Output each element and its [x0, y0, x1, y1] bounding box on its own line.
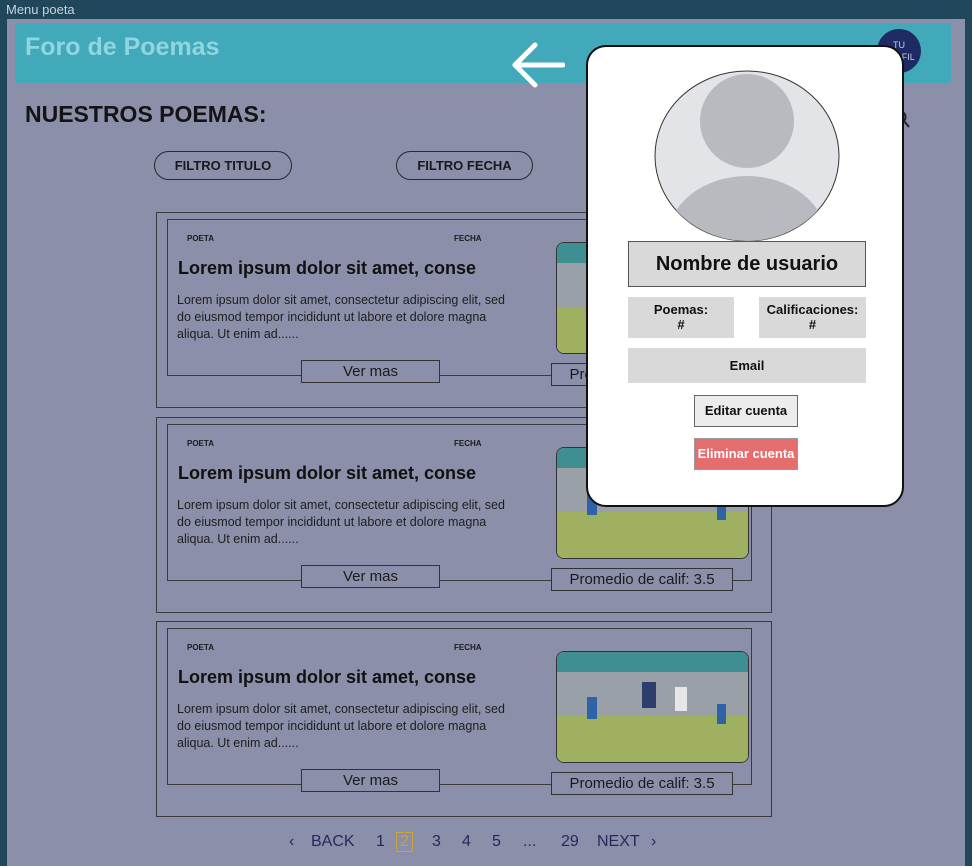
football-photo-icon: [557, 652, 748, 762]
frame-label: Menu poeta: [6, 2, 75, 17]
poet-label: POETA: [187, 643, 214, 652]
edit-account-button[interactable]: Editar cuenta: [694, 395, 798, 427]
poem-excerpt: Lorem ipsum dolor sit amet, consectetur …: [177, 498, 505, 546]
ratings-stat-label: Calificaciones:: [766, 302, 859, 317]
page-link-current[interactable]: 2: [396, 832, 413, 852]
page-link-4[interactable]: 4: [462, 833, 471, 851]
email-field: Email: [628, 348, 866, 383]
filter-date-button[interactable]: FILTRO FECHA: [396, 151, 533, 180]
pagination-next[interactable]: NEXT: [597, 833, 640, 851]
ver-mas-button[interactable]: Ver mas: [301, 565, 440, 588]
chevron-right-icon[interactable]: ›: [651, 833, 656, 851]
filter-title-button[interactable]: FILTRO TITULO: [154, 151, 292, 180]
poem-excerpt: Lorem ipsum dolor sit amet, consectetur …: [177, 702, 505, 750]
ver-mas-button[interactable]: Ver mas: [301, 769, 440, 792]
page-link-1[interactable]: 1: [376, 833, 385, 851]
page-ellipsis: ...: [523, 833, 537, 850]
brand-title[interactable]: Foro de Poemas: [25, 33, 220, 62]
poem-title: Lorem ipsum dolor sit amet, conse: [178, 667, 477, 687]
arrow-left-icon[interactable]: [505, 40, 565, 90]
poems-stat-label: Poemas:: [653, 302, 709, 317]
page-link-5[interactable]: 5: [492, 833, 501, 851]
rating-average: Promedio de calif: 3.5: [551, 772, 733, 795]
poem-title: Lorem ipsum dolor sit amet, conse: [178, 258, 477, 278]
user-avatar-icon: [654, 70, 840, 242]
date-label: FECHA: [454, 643, 482, 652]
date-label: FECHA: [454, 439, 482, 448]
ratings-stat: Calificaciones: #: [759, 297, 866, 338]
delete-account-button[interactable]: Eliminar cuenta: [694, 438, 798, 470]
rating-average: Promedio de calif: 3.5: [551, 568, 733, 591]
pagination-back[interactable]: BACK: [311, 833, 355, 851]
page-title: NUESTROS POEMAS:: [25, 101, 267, 127]
ratings-stat-value: #: [808, 317, 817, 332]
poem-card: POETA FECHA Lorem ipsum dolor sit amet, …: [156, 621, 772, 817]
poet-label: POETA: [187, 439, 214, 448]
ver-mas-button[interactable]: Ver mas: [301, 360, 440, 383]
poem-excerpt: Lorem ipsum dolor sit amet, consectetur …: [177, 293, 505, 341]
page-link-3[interactable]: 3: [432, 833, 441, 851]
poem-card-inner: POETA FECHA Lorem ipsum dolor sit amet, …: [167, 628, 752, 785]
page-link-29[interactable]: 29: [561, 833, 579, 851]
poems-stat-value: #: [677, 317, 685, 332]
date-label: FECHA: [454, 234, 482, 243]
chevron-left-icon[interactable]: ‹: [289, 833, 294, 851]
poem-title: Lorem ipsum dolor sit amet, conse: [178, 463, 477, 483]
poems-stat: Poemas: #: [628, 297, 734, 338]
poet-label: POETA: [187, 234, 214, 243]
profile-modal: Nombre de usuario Poemas: # Calificacion…: [586, 45, 904, 507]
poem-image: [556, 651, 749, 763]
username-field: Nombre de usuario: [628, 241, 866, 287]
